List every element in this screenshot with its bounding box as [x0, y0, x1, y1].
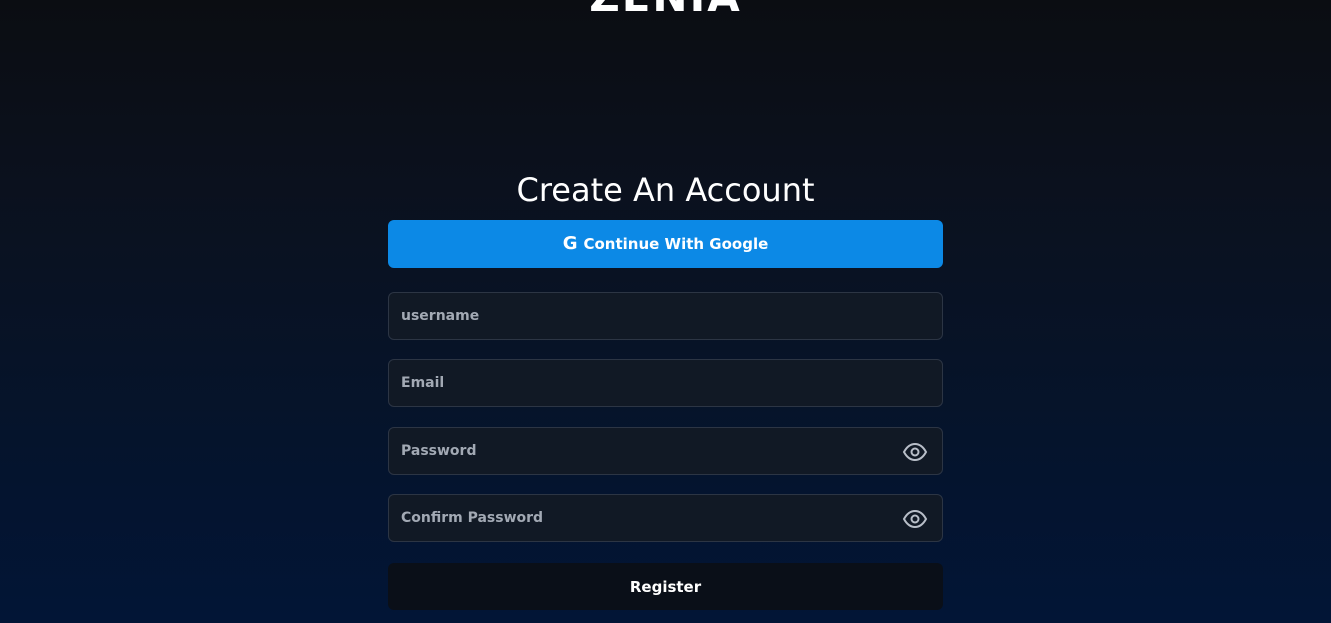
password-input[interactable] [389, 428, 942, 474]
google-icon: G [562, 233, 578, 254]
confirm-password-field-container [388, 494, 943, 542]
username-input[interactable] [389, 293, 942, 339]
continue-with-google-button[interactable]: G Continue With Google [388, 220, 943, 268]
email-input[interactable] [389, 360, 942, 406]
brand-logo: ZENIA [0, 0, 1331, 20]
page-title: Create An Account [516, 171, 815, 209]
username-field-container [388, 292, 943, 340]
confirm-password-input[interactable] [389, 495, 942, 541]
eye-icon[interactable] [902, 440, 928, 464]
register-button[interactable]: Register [388, 563, 943, 610]
google-button-label: Continue With Google [583, 235, 769, 253]
password-field-container [388, 427, 943, 475]
email-field-container [388, 359, 943, 407]
eye-icon[interactable] [902, 507, 928, 531]
